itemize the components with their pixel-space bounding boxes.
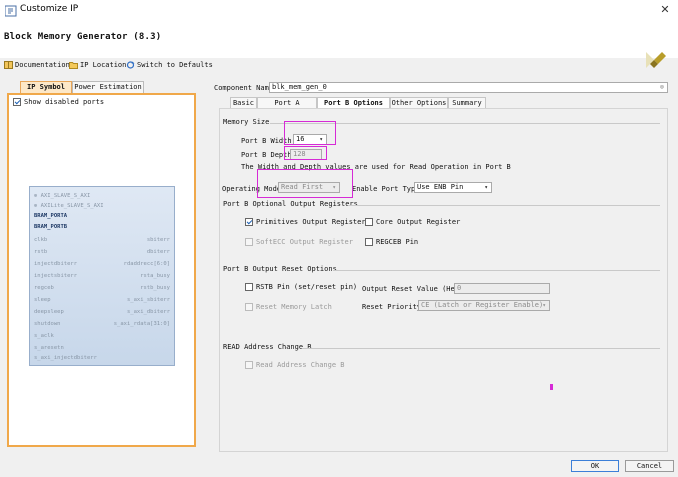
- primitives-output-register-label: Primitives Output Register: [256, 218, 366, 226]
- book-icon: [4, 61, 13, 69]
- pin-left: BRAM_PORTB: [34, 224, 68, 230]
- optional-registers-title: Port B Optional Output Registers: [223, 200, 358, 208]
- pin-left: ⊕ AXI_SLAVE_S_AXI: [34, 193, 91, 199]
- reset-priority-value: CE (Latch or Register Enable): [421, 301, 544, 309]
- checkbox-checked-icon: [13, 98, 21, 106]
- regceb-pin-label: REGCEB Pin: [376, 238, 419, 246]
- rstb-pin-label: RSTB Pin (set/reset pin): [256, 283, 358, 291]
- pin-left: injectsbiterr: [34, 273, 78, 279]
- app-icon: [5, 5, 17, 17]
- enable-port-type-value: Use ENB Pin: [417, 183, 464, 191]
- component-name-input[interactable]: blk_mem_gen_0 ⊗: [269, 82, 668, 93]
- annotation-highlight-width: [284, 121, 336, 145]
- primitives-output-register-checkbox[interactable]: Primitives Output Register: [245, 218, 366, 226]
- reset-memory-latch-label: Reset Memory Latch: [256, 303, 332, 311]
- checkbox-icon: [245, 283, 253, 291]
- folder-icon: [69, 62, 78, 69]
- reset-options-title: Port B Output Reset Options: [223, 265, 337, 273]
- read-address-change-checkbox[interactable]: Read Address Change B: [245, 361, 345, 369]
- output-reset-value-input[interactable]: 0: [454, 283, 550, 294]
- pin-right: sbiterr: [146, 237, 170, 243]
- documentation-label: Documentation: [15, 61, 70, 69]
- ip-location-button[interactable]: IP Location: [69, 60, 126, 70]
- reset-priority-label: Reset Priority: [362, 303, 422, 311]
- ip-symbol-block: ⊕ AXI_SLAVE_S_AXI ⊕ AXILite_SLAVE_S_AXI …: [29, 186, 175, 366]
- pin-left: rstb: [34, 249, 48, 255]
- output-reset-value: 0: [457, 284, 462, 292]
- pin-left: s_aresetn: [34, 345, 64, 351]
- pin-left: s_axi_injectdbiterr: [34, 355, 97, 361]
- checkbox-disabled-icon: [245, 238, 253, 246]
- reset-priority-select[interactable]: CE (Latch or Register Enable) ▾: [418, 300, 550, 311]
- pin-left: ⊕ AXILite_SLAVE_S_AXI: [34, 203, 104, 209]
- toolbar: Documentation IP Location Switch to Defa…: [0, 58, 678, 72]
- pin-right: s_axi_rdata[31:0]: [113, 321, 170, 327]
- component-name-label: Component Name: [214, 84, 274, 92]
- softecc-output-register-label: SoftECC Output Register: [256, 238, 353, 246]
- annotation-highlight-operating-mode: [257, 169, 353, 198]
- chevron-down-icon: ▾: [484, 184, 488, 191]
- switch-to-defaults-label: Switch to Defaults: [137, 61, 213, 69]
- pin-left: shutdown: [34, 321, 61, 327]
- pin-left: sleep: [34, 297, 51, 303]
- checkbox-disabled-icon: [245, 361, 253, 369]
- show-disabled-ports-label: Show disabled ports: [24, 98, 105, 106]
- window-title: Customize IP: [20, 4, 79, 14]
- rstb-pin-checkbox[interactable]: RSTB Pin (set/reset pin): [245, 283, 357, 291]
- ok-button[interactable]: OK: [571, 460, 619, 472]
- enable-port-type-label: Enable Port Type: [352, 185, 420, 193]
- checkbox-icon: [365, 238, 373, 246]
- switch-to-defaults-button[interactable]: Switch to Defaults: [126, 60, 213, 70]
- divider: [333, 270, 660, 271]
- title-bar: Customize IP ✕: [0, 0, 678, 23]
- read-address-change-title: READ Address Change B: [223, 343, 312, 351]
- divider: [348, 205, 660, 206]
- annotation-highlight-depth: [284, 146, 327, 160]
- core-output-register-checkbox[interactable]: Core Output Register: [365, 218, 460, 226]
- chevron-down-icon: ▾: [542, 302, 546, 309]
- pin-right: rsta_busy: [140, 273, 170, 279]
- ip-location-label: IP Location: [80, 61, 127, 69]
- pin-right: dbiterr: [146, 249, 170, 255]
- pin-right: rdaddrecc[6:0]: [123, 261, 170, 267]
- pin-left: injectdbiterr: [34, 261, 78, 267]
- clear-icon[interactable]: ⊗: [660, 83, 664, 92]
- pin-left: s_aclk: [34, 333, 54, 339]
- checkbox-checked-icon: [245, 218, 253, 226]
- memory-size-title: Memory Size: [223, 118, 270, 126]
- documentation-button[interactable]: Documentation: [4, 60, 70, 70]
- annotation-mark: [550, 384, 553, 390]
- ip-header: Block Memory Generator (8.3): [0, 22, 678, 68]
- component-name-value: blk_mem_gen_0: [272, 83, 327, 91]
- checkbox-disabled-icon: [245, 303, 253, 311]
- checkbox-icon: [365, 218, 373, 226]
- cancel-button[interactable]: Cancel: [625, 460, 674, 472]
- pin-left: clkb: [34, 237, 48, 243]
- ip-name: Block Memory Generator (8.3): [4, 32, 162, 42]
- reset-memory-latch-checkbox[interactable]: Reset Memory Latch: [245, 303, 332, 311]
- pin-right: rstb_busy: [140, 285, 170, 291]
- softecc-output-register-checkbox[interactable]: SoftECC Output Register: [245, 238, 353, 246]
- output-reset-value-label: Output Reset Value (Hex): [362, 285, 464, 293]
- read-address-change-label: Read Address Change B: [256, 361, 345, 369]
- pin-right: s_axi_dbiterr: [126, 309, 170, 315]
- core-output-register-label: Core Output Register: [376, 218, 461, 226]
- enable-port-type-select[interactable]: Use ENB Pin ▾: [414, 182, 492, 193]
- refresh-icon: [126, 61, 135, 69]
- show-disabled-ports-checkbox[interactable]: Show disabled ports: [13, 98, 104, 106]
- pin-left: regceb: [34, 285, 54, 291]
- regceb-pin-checkbox[interactable]: REGCEB Pin: [365, 238, 418, 246]
- pin-right: s_axi_sbiterr: [126, 297, 170, 303]
- close-icon[interactable]: ✕: [658, 3, 672, 17]
- pin-left: deepsleep: [34, 309, 64, 315]
- pin-left: BRAM_PORTA: [34, 213, 68, 219]
- divider: [302, 348, 660, 349]
